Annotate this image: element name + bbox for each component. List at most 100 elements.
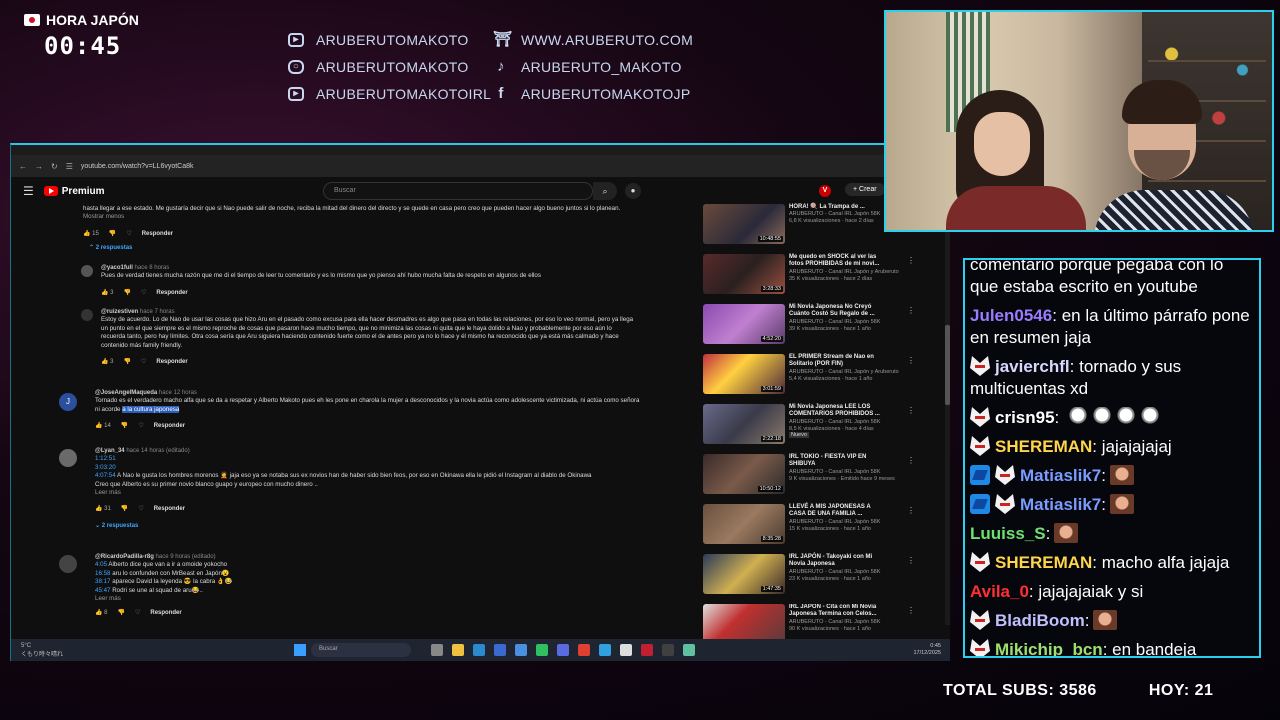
menu-icon[interactable]: ☰ [23, 184, 34, 198]
windows-start-icon[interactable] [294, 644, 306, 656]
show-less-link[interactable]: Mostrar menos [83, 213, 703, 221]
dislike-icon[interactable]: 👎 [123, 358, 130, 366]
store-icon[interactable] [494, 644, 506, 656]
scrollbar-thumb[interactable] [945, 325, 950, 405]
avatar[interactable] [59, 555, 77, 573]
dislike-icon[interactable]: 👎 [121, 505, 128, 513]
chat-username[interactable]: BladiBoom [995, 611, 1085, 630]
dislike-icon[interactable]: 👎 [109, 230, 116, 238]
forward-icon[interactable]: → [35, 162, 43, 171]
avatar[interactable] [81, 265, 93, 277]
video-item[interactable]: 1:47:35 IRL JAPÓN - Takoyaki con Mi Novi… [703, 554, 915, 604]
dislike-icon[interactable]: 👎 [121, 422, 128, 430]
youtube-app-icon[interactable] [578, 644, 590, 656]
video-thumbnail[interactable]: 1:47:35 [703, 554, 785, 594]
video-title-line2[interactable]: COMENTARIOS PROHIBIDOS ... [789, 411, 909, 418]
comment-author[interactable]: @JoseAngelMaqueda hace 12 horas [95, 389, 699, 397]
heart-icon[interactable]: ♡ [141, 289, 146, 297]
notepad-icon[interactable] [620, 644, 632, 656]
video-title[interactable]: IRL JAPÓN - Takoyaki con Mi [789, 554, 909, 561]
video-thumbnail[interactable]: 3:28:33 [703, 254, 785, 294]
avatar[interactable]: J [59, 393, 77, 411]
more-options-icon[interactable]: ⋮ [907, 556, 915, 565]
video-title-line2[interactable]: fotos PROHIBIDAS de mi novi... [789, 261, 909, 268]
heart-icon[interactable]: ♡ [141, 358, 146, 366]
chat-username[interactable]: Matiaslik7 [1020, 466, 1101, 485]
like-icon[interactable]: 👍 3 [101, 289, 113, 297]
search-icon[interactable]: ⌕ [593, 182, 617, 200]
more-options-icon[interactable]: ⋮ [907, 606, 913, 615]
video-title[interactable]: Mi Novia Japonesa LEE LOS [789, 404, 909, 411]
reply-button[interactable]: Responder [154, 505, 185, 513]
taskbar-search[interactable]: Buscar [311, 643, 411, 657]
more-options-icon[interactable]: ⋮ [907, 506, 915, 515]
chat-username[interactable]: SHEREMAN [995, 553, 1092, 572]
page-scrollbar[interactable] [945, 205, 950, 625]
comment-author[interactable]: @RicardoPadilla-r8g hace 9 horas (editad… [95, 553, 699, 561]
comment-author[interactable]: @ruizestiven hace 7 horas [101, 308, 699, 316]
video-thumbnail[interactable]: 3:01:59 [703, 354, 785, 394]
heart-icon[interactable]: ♡ [138, 422, 143, 430]
reload-icon[interactable]: ↻ [51, 162, 58, 171]
recorder-icon[interactable] [641, 644, 653, 656]
url-field[interactable]: youtube.com/watch?v=LL6vyotCa8k [81, 163, 911, 170]
video-thumbnail[interactable]: 10:48:55 [703, 204, 785, 244]
video-item[interactable]: IRL JAPÓN - Cita con Mi Novia Japonesa T… [703, 604, 913, 640]
microphone-icon[interactable]: ● [625, 183, 641, 199]
file-explorer-icon[interactable] [452, 644, 464, 656]
more-options-icon[interactable]: ⋮ [907, 406, 915, 415]
reply-button[interactable]: Responder [142, 230, 173, 238]
more-options-icon[interactable]: ⋮ [907, 256, 915, 265]
read-more-link[interactable]: Leer más [95, 595, 699, 603]
youtube-search-input[interactable]: Buscar [323, 182, 593, 200]
discord-icon[interactable] [557, 644, 569, 656]
chat-username[interactable]: Luuiss_S [970, 524, 1046, 543]
video-item[interactable]: 3:28:33 Me quedo en SHOCK al ver las fot… [703, 254, 915, 304]
chat-username[interactable]: crisn95 [995, 408, 1055, 427]
video-item[interactable]: 2:22:18 Mi Novia Japonesa LEE LOS COMENT… [703, 404, 915, 454]
like-icon[interactable]: 👍 14 [95, 422, 111, 430]
more-options-icon[interactable]: ⋮ [907, 356, 915, 365]
video-item[interactable]: 10:50:12 IRL TOKIO - FIESTA VIP EN SHIBU… [703, 454, 915, 504]
edge-icon[interactable] [473, 644, 485, 656]
chat-username[interactable]: Julen0546 [970, 306, 1052, 325]
video-title[interactable]: Me quedo en SHOCK al ver las [789, 254, 909, 261]
outlook-icon[interactable] [515, 644, 527, 656]
heart-icon[interactable]: ♡ [126, 230, 131, 238]
video-title[interactable]: EL PRIMER Stream de Nao en [789, 354, 909, 361]
weather-widget[interactable]: 5°C くもり時々晴れ [21, 643, 101, 658]
video-item[interactable]: 10:48:55 HORA! 🍭 La Trampa de ... ARUBER… [703, 204, 915, 254]
dislike-icon[interactable]: 👎 [117, 609, 124, 617]
reply-button[interactable]: Responder [156, 289, 187, 297]
browser-tabs[interactable] [11, 145, 950, 155]
heart-icon[interactable]: ♡ [135, 609, 140, 617]
task-view-icon[interactable] [431, 644, 443, 656]
site-info-icon[interactable]: ☰ [66, 162, 73, 171]
chrome-icon[interactable] [599, 644, 611, 656]
video-title[interactable]: IRL JAPÓN - Cita con Mi Novia [789, 604, 909, 611]
video-item[interactable]: 4:52:20 Mi Novia Japonesa No Creyó Cuánt… [703, 304, 915, 354]
system-tray-clock[interactable]: 0:45 17/12/2025 [913, 643, 941, 657]
comment-author[interactable]: @yaco1full hace 8 horas [101, 264, 723, 272]
video-thumbnail[interactable]: 8:35:28 [703, 504, 785, 544]
video-thumbnail[interactable]: 4:52:20 [703, 304, 785, 344]
video-title-line2[interactable]: CASA DE UNA FAMILIA ... [789, 511, 909, 518]
video-item[interactable]: 8:35:28 LLEVÉ A MIS JAPONESAS A CASA DE … [703, 504, 915, 554]
replies-toggle[interactable]: ⌃ 2 respuestas [89, 244, 703, 252]
video-title-line2[interactable]: Cuánto Costó Su Regalo de ... [789, 311, 909, 318]
youtube-logo[interactable]: Premium [43, 186, 105, 197]
video-thumbnail[interactable]: 2:22:18 [703, 404, 785, 444]
video-title-line2[interactable]: Japonesa Termina con Celos... [789, 611, 909, 618]
read-more-link[interactable]: Leer más [95, 489, 699, 497]
app-icon[interactable] [683, 644, 695, 656]
video-thumbnail[interactable] [703, 604, 785, 640]
chat-username[interactable]: Matiaslik7 [1020, 495, 1101, 514]
timestamp-link[interactable]: 3:03:20 [95, 464, 699, 472]
reply-button[interactable]: Responder [150, 609, 181, 617]
video-title[interactable]: Mi Novia Japonesa No Creyó [789, 304, 909, 311]
like-icon[interactable]: 👍 3 [101, 358, 113, 366]
back-icon[interactable]: ← [19, 162, 27, 171]
chat-username[interactable]: Avila_0 [970, 582, 1029, 601]
heart-icon[interactable]: ♡ [138, 505, 143, 513]
video-title-line2[interactable]: SHIBUYA [789, 461, 909, 468]
